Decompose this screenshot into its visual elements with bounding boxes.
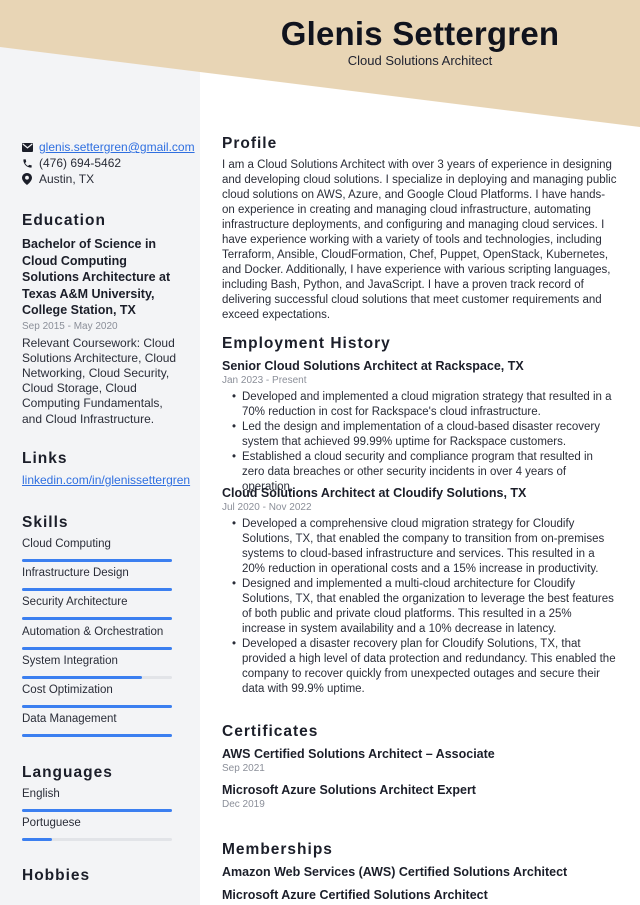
skill-level-fill (22, 617, 172, 621)
skill-level-fill (22, 559, 172, 562)
profile-text: I am a Cloud Solutions Architect with ov… (222, 159, 617, 321)
memberships-heading: Memberships (222, 841, 333, 858)
skill-level-bar (22, 588, 172, 592)
job-bullets: Developed a comprehensive cloud migratio… (222, 517, 617, 697)
certificate-entry: AWS Certified Solutions Architect – Asso… (222, 746, 617, 778)
education-description: Relevant Coursework: Cloud Solutions Arc… (22, 335, 177, 426)
certificate-title: AWS Certified Solutions Architect – Asso… (222, 747, 495, 761)
language-label: English (22, 788, 60, 800)
email-link[interactable]: glenis.settergren@gmail.com (39, 140, 195, 154)
skill-label: Cost Optimization (22, 684, 113, 696)
skill-level-fill (22, 675, 142, 679)
contact-phone: (476) 694-5462 (22, 155, 197, 171)
contact-location: Austin, TX (22, 171, 197, 187)
profile-heading: Profile (222, 135, 278, 152)
education-heading: Education (22, 212, 106, 229)
links-list: linkedin.com/in/glenissettergren (22, 473, 190, 488)
skill-level-bar (22, 617, 172, 621)
contact-email: glenis.settergren@gmail.com (22, 139, 197, 155)
language-label: Portuguese (22, 817, 81, 830)
skill-level-bar (22, 675, 172, 679)
certificate-title: Microsoft Azure Solutions Architect Expe… (222, 783, 476, 797)
skill-level-fill (22, 646, 172, 650)
membership-entry: Microsoft Azure Certified Solutions Arch… (222, 887, 617, 903)
job-entry: Senior Cloud Solutions Architect at Rack… (222, 358, 617, 495)
links-heading: Links (22, 450, 68, 467)
job-bullet: Led the design and implementation of a c… (232, 420, 617, 450)
job-title: Senior Cloud Solutions Architect at Rack… (222, 359, 524, 373)
language-level-fill (22, 838, 52, 842)
contact-info: glenis.settergren@gmail.com (476) 694-54… (22, 139, 197, 187)
skill-label: Cloud Computing (22, 538, 111, 550)
job-dates: Jul 2020 - Nov 2022 (222, 502, 312, 513)
skill-item: Cloud Computing (22, 537, 172, 562)
skill-level-bar (22, 559, 172, 562)
skill-item: Security Architecture (22, 595, 172, 621)
skill-item: Infrastructure Design (22, 566, 172, 592)
skill-label: Automation & Orchestration (22, 625, 164, 638)
skill-item: Data Management (22, 712, 172, 738)
job-title: Cloud Solutions Architect at Cloudify So… (222, 486, 527, 500)
education-dates: Sep 2015 - May 2020 (22, 320, 118, 332)
skill-item: Cost Optimization (22, 683, 172, 708)
membership-entry: Amazon Web Services (AWS) Certified Solu… (222, 864, 617, 880)
skill-item: System Integration (22, 654, 172, 679)
language-item: English (22, 787, 172, 812)
certificate-date: Dec 2019 (222, 799, 265, 810)
skill-label: Data Management (22, 713, 117, 726)
skill-level-bar (22, 646, 172, 650)
phone-icon (22, 157, 39, 169)
envelope-icon (22, 141, 39, 153)
skill-label: Infrastructure Design (22, 567, 129, 580)
candidate-name: Glenis Settergren (280, 15, 560, 52)
skill-level-fill (22, 734, 172, 738)
phone-number: (476) 694-5462 (39, 156, 122, 170)
membership-title: Amazon Web Services (AWS) Certified Solu… (222, 865, 568, 879)
skill-label: System Integration (22, 654, 118, 667)
job-bullet: Developed a disaster recovery plan for C… (232, 637, 617, 697)
language-level-bar (22, 809, 172, 812)
certificate-entry: Microsoft Azure Solutions Architect Expe… (222, 782, 617, 814)
job-entry: Cloud Solutions Architect at Cloudify So… (222, 485, 617, 697)
certificate-date: Sep 2021 (222, 763, 265, 774)
education-degree: Bachelor of Science in Cloud Computing S… (22, 237, 171, 317)
job-bullet: Developed a comprehensive cloud migratio… (232, 517, 617, 577)
candidate-role: Cloud Solutions Architect (347, 53, 493, 68)
membership-title: Microsoft Azure Certified Solutions Arch… (222, 888, 488, 902)
skills-heading: Skills (22, 514, 69, 531)
skill-level-fill (22, 588, 172, 592)
job-bullet: Developed and implemented a cloud migrat… (232, 390, 617, 420)
language-level-fill (22, 809, 172, 812)
language-item: Portuguese (22, 816, 172, 842)
hobbies-heading: Hobbies (22, 867, 91, 884)
education-entry: Bachelor of Science in Cloud Computing S… (22, 236, 182, 427)
skill-item: Automation & Orchestration (22, 625, 172, 650)
skill-level-bar (22, 734, 172, 738)
linkedin-link[interactable]: linkedin.com/in/glenissettergren (22, 473, 190, 487)
skill-level-bar (22, 705, 172, 708)
certificates-heading: Certificates (222, 723, 319, 740)
job-bullet: Designed and implemented a multi-cloud a… (232, 577, 617, 637)
location-text: Austin, TX (39, 172, 95, 186)
languages-heading: Languages (22, 764, 113, 781)
employment-heading: Employment History (222, 335, 391, 352)
job-bullets: Developed and implemented a cloud migrat… (222, 390, 617, 495)
language-level-bar (22, 838, 172, 842)
map-pin-icon (22, 173, 39, 185)
skill-label: Security Architecture (22, 596, 128, 609)
job-dates: Jan 2023 - Present (222, 375, 307, 386)
skill-level-fill (22, 705, 172, 708)
